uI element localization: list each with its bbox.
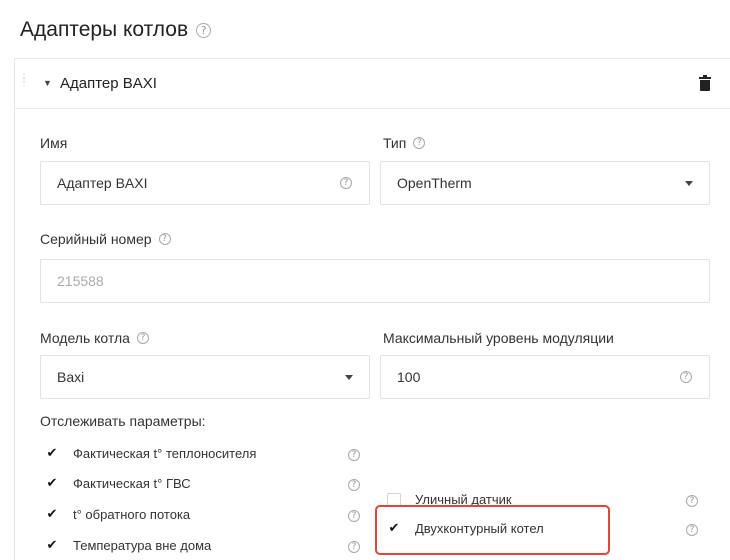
help-icon[interactable]: ? <box>340 177 352 189</box>
track-item-coolant[interactable]: ✔ Фактическая t° теплоносителя <box>45 446 256 461</box>
checkbox-checked[interactable]: ✔ <box>45 538 59 553</box>
name-label: Имя <box>40 135 67 151</box>
track-item-label: Температура вне дома <box>73 538 212 553</box>
help-icon[interactable]: ? <box>686 524 698 536</box>
page-title: Адаптеры котлов ? <box>20 18 212 42</box>
track-item-return[interactable]: ✔ t° обратного потока <box>45 507 190 522</box>
name-input[interactable]: Адаптер BAXI ? <box>40 161 370 205</box>
type-label: Тип ? <box>383 135 426 151</box>
track-label-text: Отслеживать параметры: <box>40 413 206 429</box>
track-label: Отслеживать параметры: <box>40 413 206 429</box>
checkbox-checked[interactable]: ✔ <box>45 507 59 522</box>
help-icon[interactable]: ? <box>196 22 212 38</box>
modulation-label-text: Максимальный уровень модуляции <box>383 330 614 346</box>
name-input-value: Адаптер BAXI <box>57 175 148 191</box>
trash-icon[interactable] <box>699 75 711 91</box>
type-label-text: Тип <box>383 135 407 151</box>
serial-input-value: 215588 <box>57 273 104 289</box>
track-item-outdoor[interactable]: ✔ Температура вне дома <box>45 538 211 553</box>
track-item-label: Фактическая t° теплоносителя <box>73 446 257 461</box>
chevron-down-icon <box>685 181 693 186</box>
adapter-title: Адаптер BAXI <box>60 75 157 92</box>
help-icon[interactable]: ? <box>680 371 692 383</box>
modulation-input-value: 100 <box>397 369 421 385</box>
track-item-dhw[interactable]: ✔ Фактическая t° ГВС <box>45 476 191 491</box>
help-icon[interactable]: ? <box>136 332 149 344</box>
checkbox-checked[interactable]: ✔ <box>45 446 59 461</box>
type-select-value: OpenTherm <box>397 175 472 191</box>
name-label-text: Имя <box>40 135 68 151</box>
help-icon[interactable]: ? <box>348 510 360 522</box>
chevron-down-icon <box>345 375 353 380</box>
type-select[interactable]: OpenTherm <box>380 161 710 205</box>
help-icon[interactable]: ? <box>686 495 698 507</box>
track-item-label: Фактическая t° ГВС <box>73 476 191 491</box>
serial-label: Серийный номер ? <box>40 231 171 247</box>
drag-handle-icon[interactable]: ⋮ ⋮ <box>19 74 29 91</box>
help-icon[interactable]: ? <box>158 233 171 245</box>
help-icon[interactable]: ? <box>413 137 426 149</box>
modulation-label: Максимальный уровень модуляции <box>383 330 614 346</box>
track-item-label: t° обратного потока <box>73 507 191 522</box>
help-icon[interactable]: ? <box>348 449 360 461</box>
checkbox-checked[interactable]: ✔ <box>45 476 59 491</box>
modulation-input[interactable]: 100 ? <box>380 355 710 399</box>
model-label: Модель котла ? <box>40 330 149 346</box>
help-icon[interactable]: ? <box>348 541 360 553</box>
adapter-panel-header[interactable]: ⋮ ⋮ ▼ Адаптер BAXI <box>15 59 730 109</box>
caret-down-icon[interactable]: ▼ <box>43 78 52 88</box>
page-title-text: Адаптеры котлов <box>20 18 189 41</box>
model-label-text: Модель котла <box>40 330 130 346</box>
serial-label-text: Серийный номер <box>40 231 152 247</box>
model-select[interactable]: Baxi <box>40 355 370 399</box>
help-icon[interactable]: ? <box>348 479 360 491</box>
serial-input[interactable]: 215588 <box>40 259 710 303</box>
model-select-value: Baxi <box>57 369 85 385</box>
highlight-frame <box>375 505 610 555</box>
